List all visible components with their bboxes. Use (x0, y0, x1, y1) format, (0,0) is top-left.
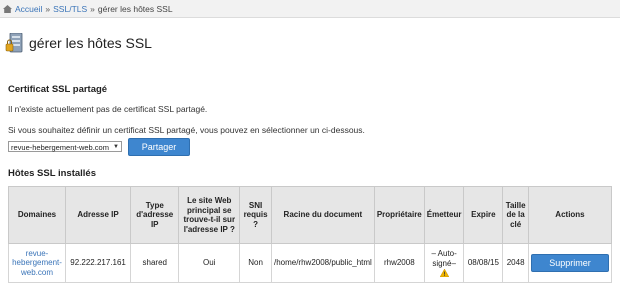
col-header-keysize: Taille de la clé (502, 186, 529, 244)
col-header-actions: Actions (527, 186, 613, 244)
cell-actions: Supprimer (527, 243, 613, 283)
breadcrumb: Accueil » SSL/TLS » gérer les hôtes SSL (0, 0, 620, 18)
col-header-ip-type: Type d'adresse IP (130, 186, 180, 244)
col-header-expires: Expire (463, 186, 504, 244)
cell-keysize: 2048 (502, 243, 529, 283)
breadcrumb-current: gérer les hôtes SSL (97, 3, 173, 14)
warning-icon (439, 269, 449, 277)
cell-expires: 08/08/15 (463, 243, 504, 283)
cell-sni: Non (239, 243, 272, 283)
col-header-owner: Propriétaire (373, 186, 425, 244)
cell-docroot: /home/rhw2008/public_html (270, 243, 375, 283)
col-header-sni: SNI requis ? (239, 186, 272, 244)
breadcrumb-ssl-link[interactable]: SSL/TLS (53, 4, 87, 14)
cell-issuer: – Auto-signé– (423, 243, 465, 283)
table-row: revue-hebergement-web.com 92.222.217.161… (7, 243, 613, 283)
page-header: gérer les hôtes SSL (5, 33, 152, 53)
breadcrumb-separator: » (90, 3, 95, 14)
cell-domain: revue-hebergement-web.com (7, 243, 67, 283)
cell-owner: rhw2008 (373, 243, 425, 283)
installed-hosts-heading: Hôtes SSL installés (8, 168, 96, 179)
shared-cert-heading: Certificat SSL partagé (8, 84, 108, 95)
share-button[interactable]: Partager (128, 138, 190, 156)
table-header-row: Domaines Adresse IP Type d'adresse IP Le… (7, 186, 613, 244)
col-header-ip: Adresse IP (65, 186, 132, 244)
breadcrumb-separator: » (45, 3, 51, 14)
cell-ip: 92.222.217.161 (65, 243, 132, 283)
cell-ip-type: shared (130, 243, 180, 283)
server-lock-icon (5, 33, 23, 53)
domain-link[interactable]: revue-hebergement-web.com (12, 249, 62, 277)
delete-button[interactable]: Supprimer (530, 254, 609, 272)
certificate-select[interactable]: revue-hebergement-web.com ▼ (8, 141, 122, 152)
col-header-domains: Domaines (7, 186, 67, 244)
certificate-select-value: revue-hebergement-web.com (11, 143, 109, 152)
shared-cert-hint: Si vous souhaitez définir un certificat … (8, 125, 365, 135)
page-title: gérer les hôtes SSL (29, 35, 152, 51)
home-icon (3, 4, 12, 13)
col-header-docroot: Racine du document (270, 186, 375, 244)
cell-main-site: Oui (178, 243, 241, 283)
col-header-main-site: Le site Web principal se trouve-t-il sur… (178, 186, 241, 244)
col-header-issuer: Émetteur (423, 186, 465, 244)
no-shared-cert-text: Il n'existe actuellement pas de certific… (8, 104, 208, 114)
issuer-text: – Auto-signé– (431, 249, 457, 268)
breadcrumb-home-link[interactable]: Accueil (15, 4, 42, 14)
chevron-down-icon: ▼ (113, 144, 119, 150)
ssl-hosts-table: Domaines Adresse IP Type d'adresse IP Le… (7, 186, 613, 283)
